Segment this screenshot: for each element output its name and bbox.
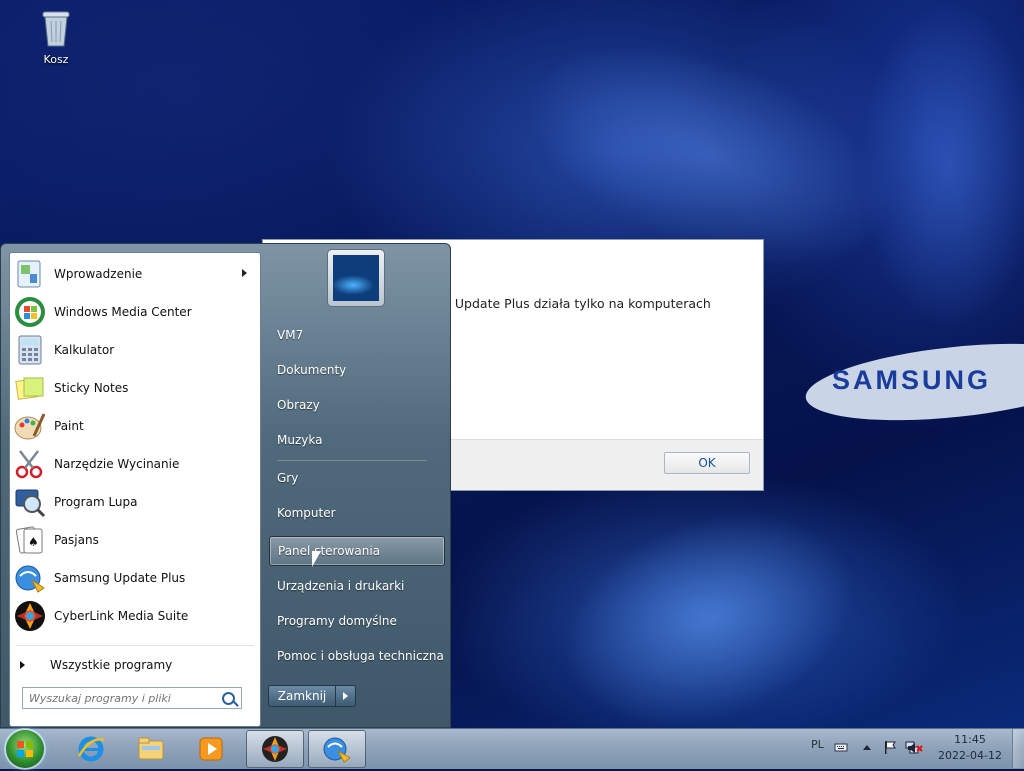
start-item-pictures[interactable]: Obrazy <box>269 390 445 420</box>
start-menu: Wprowadzenie Windows Media Center Kalkul… <box>0 243 451 728</box>
program-label: CyberLink Media Suite <box>54 609 189 623</box>
samsung-update-icon <box>322 734 352 764</box>
cyberlink-icon <box>260 734 290 764</box>
taskbar-file-explorer[interactable] <box>122 730 180 768</box>
program-solitaire[interactable]: ♠ Pasjans <box>11 522 259 558</box>
internet-explorer-icon <box>76 734 106 764</box>
keyboard-icon[interactable] <box>834 740 848 754</box>
taskbar-cyberlink[interactable] <box>246 730 304 768</box>
program-label: Paint <box>54 419 84 433</box>
start-item-games[interactable]: Gry <box>269 463 445 493</box>
search-box[interactable] <box>22 687 242 709</box>
getting-started-icon <box>14 258 46 290</box>
paint-icon <box>14 410 46 442</box>
program-windows-media-center[interactable]: Windows Media Center <box>11 294 259 330</box>
snipping-tool-icon <box>14 448 46 480</box>
svg-text:♠: ♠ <box>28 535 39 549</box>
user-picture-image <box>333 255 379 301</box>
taskbar-internet-explorer[interactable] <box>62 730 120 768</box>
media-player-icon <box>196 734 226 764</box>
program-sticky-notes[interactable]: Sticky Notes <box>11 370 259 406</box>
all-programs-arrow-icon <box>20 661 25 669</box>
program-label: Windows Media Center <box>54 305 192 319</box>
solitaire-icon: ♠ <box>14 524 46 556</box>
dialog-message: g Update Plus działa tylko na komputerac… <box>443 296 711 311</box>
program-label: Sticky Notes <box>54 381 129 395</box>
search-icon[interactable] <box>222 692 235 705</box>
desktop-icon-recycle-bin[interactable]: Kosz <box>30 8 82 66</box>
program-label: Pasjans <box>54 533 99 547</box>
taskbar-media-player[interactable] <box>182 730 240 768</box>
start-item-computer[interactable]: Komputer <box>269 498 445 528</box>
right-pane-separator <box>277 460 427 461</box>
program-label: Program Lupa <box>54 495 138 509</box>
all-programs-label: Wszystkie programy <box>50 658 173 672</box>
show-desktop-button[interactable] <box>1012 729 1024 768</box>
program-cyberlink-media-suite[interactable]: CyberLink Media Suite <box>11 598 259 634</box>
program-calculator[interactable]: Kalkulator <box>11 332 259 368</box>
program-samsung-update-plus[interactable]: Samsung Update Plus <box>11 560 259 596</box>
shutdown-options-arrow-icon[interactable] <box>336 685 356 707</box>
submenu-arrow-icon <box>242 269 247 277</box>
shutdown-button[interactable]: Zamknij <box>268 685 336 707</box>
shutdown-group: Zamknij <box>268 685 356 709</box>
file-explorer-icon <box>136 734 166 764</box>
show-hidden-icons-icon[interactable] <box>860 740 874 754</box>
programs-divider <box>16 645 254 646</box>
recycle-bin-icon <box>40 8 72 48</box>
desktop-icon-label: Kosz <box>43 53 69 66</box>
program-label: Wprowadzenie <box>54 267 143 281</box>
windows-logo-icon <box>17 741 33 757</box>
samsung-update-icon <box>14 562 46 594</box>
start-item-default-programs[interactable]: Programy domyślne <box>269 606 445 636</box>
program-label: Narzędzie Wycinanie <box>54 457 180 471</box>
start-item-user-folder[interactable]: VM7 <box>269 320 445 350</box>
cyberlink-icon <box>14 600 46 632</box>
all-programs-button[interactable]: Wszystkie programy <box>20 653 172 677</box>
start-item-devices-printers[interactable]: Urządzenia i drukarki <box>269 571 445 601</box>
samsung-logo-text: SAMSUNG <box>832 365 992 395</box>
mouse-cursor-icon <box>312 551 321 567</box>
taskbar-samsung-update[interactable] <box>308 730 366 768</box>
program-label: Kalkulator <box>54 343 115 357</box>
start-item-documents[interactable]: Dokumenty <box>269 355 445 385</box>
start-item-control-panel[interactable]: Panel sterowania <box>269 536 445 566</box>
program-getting-started[interactable]: Wprowadzenie <box>11 256 259 292</box>
program-snipping-tool[interactable]: Narzędzie Wycinanie <box>11 446 259 482</box>
program-label: Samsung Update Plus <box>54 571 186 585</box>
program-magnifier[interactable]: Program Lupa <box>11 484 259 520</box>
action-center-flag-icon[interactable] <box>883 740 897 754</box>
volume-muted-icon[interactable] <box>907 741 923 755</box>
magnifier-icon <box>14 486 46 518</box>
clock-time[interactable]: 11:45 <box>940 733 1000 746</box>
start-item-help-support[interactable]: Pomoc i obsługa techniczna <box>269 641 445 671</box>
calculator-icon <box>14 334 46 366</box>
start-button[interactable] <box>6 730 44 768</box>
program-paint[interactable]: Paint <box>11 408 259 444</box>
start-menu-programs-pane: Wprowadzenie Windows Media Center Kalkul… <box>9 252 261 727</box>
clock-date[interactable]: 2022-04-12 <box>930 749 1010 762</box>
windows-media-center-icon <box>14 296 46 328</box>
start-item-music[interactable]: Muzyka <box>269 425 445 455</box>
sticky-notes-icon <box>14 372 46 404</box>
user-picture[interactable] <box>328 250 384 306</box>
language-indicator[interactable]: PL <box>811 738 824 751</box>
search-input[interactable] <box>27 688 221 708</box>
ok-button[interactable]: OK <box>664 452 750 474</box>
